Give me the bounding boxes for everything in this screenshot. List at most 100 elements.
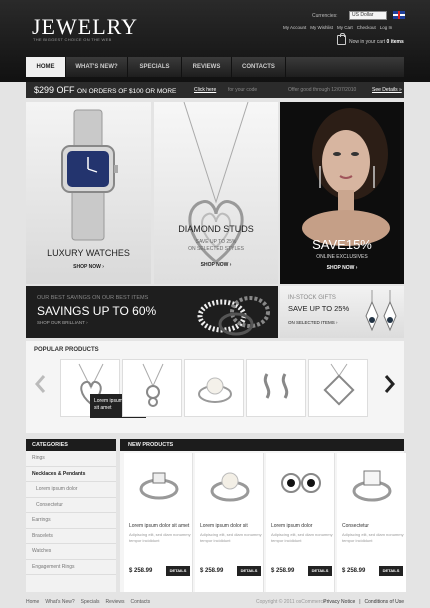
login-link[interactable]: Log In bbox=[380, 25, 393, 30]
banner-diamond-studs[interactable]: DIAMOND STUDS SAVE UP TO 25% ON SELECTED… bbox=[154, 102, 278, 284]
popular-item[interactable] bbox=[246, 359, 306, 417]
studs-shop-now[interactable]: SHOP NOW › bbox=[154, 262, 278, 268]
promo-code-text: for your code bbox=[228, 87, 258, 93]
product-price: $ 258.99 bbox=[271, 568, 295, 574]
savings-top: OUR BEST SAVINGS ON OUR BEST ITEMS bbox=[37, 295, 149, 301]
popular-item[interactable] bbox=[184, 359, 244, 417]
footer-links: Home What's New? Specials Reviews Contac… bbox=[26, 599, 150, 605]
my-cart-link[interactable]: My Cart bbox=[337, 25, 353, 30]
nav-reviews[interactable]: REVIEWS bbox=[182, 57, 232, 77]
my-account-link[interactable]: My Account bbox=[283, 25, 306, 30]
promo-expiry: Offer good through 12/07/2010 bbox=[288, 87, 357, 93]
popular-title: POPULAR PRODUCTS bbox=[34, 347, 99, 353]
knot-earrings-thumb bbox=[263, 373, 289, 399]
category-engagement-rings[interactable]: Engagement Rings bbox=[26, 560, 116, 575]
pearl-ring-thumb bbox=[198, 377, 232, 403]
checkout-link[interactable]: Checkout bbox=[357, 25, 376, 30]
pearl-ring-image bbox=[210, 472, 250, 502]
footer-specials-link[interactable]: Specials bbox=[81, 599, 100, 605]
main-nav: HOME WHAT'S NEW? SPECIALS REVIEWS CONTAC… bbox=[26, 57, 404, 77]
nav-whats-new[interactable]: WHAT'S NEW? bbox=[66, 57, 128, 77]
gifts-top: IN-STOCK GIFTS bbox=[288, 295, 336, 301]
savings-title: SAVINGS UP TO 60% bbox=[37, 304, 157, 318]
category-consectetur[interactable]: Consectetur bbox=[26, 498, 116, 513]
promo-details-link[interactable]: See Details » bbox=[372, 87, 402, 93]
earrings-image bbox=[365, 290, 397, 332]
product-price: $ 258.99 bbox=[129, 568, 153, 574]
privacy-link[interactable]: Privacy Notice bbox=[323, 599, 355, 605]
new-products-title: NEW PRODUCTS bbox=[120, 439, 404, 451]
nav-specials[interactable]: SPECIALS bbox=[128, 57, 182, 77]
footer-home-link[interactable]: Home bbox=[26, 599, 39, 605]
engagement-ring-image bbox=[352, 470, 392, 502]
uk-flag-icon[interactable] bbox=[393, 11, 405, 19]
site-footer: Home What's New? Specials Reviews Contac… bbox=[26, 595, 404, 608]
category-watches[interactable]: Watches bbox=[26, 544, 116, 560]
banner-savings-60[interactable]: OUR BEST SAVINGS ON OUR BEST ITEMS SAVIN… bbox=[26, 286, 278, 338]
footer-whats-new-link[interactable]: What's New? bbox=[45, 599, 74, 605]
product-card[interactable]: Lorem ipsum dolor sit amet Adipiscing el… bbox=[124, 453, 193, 592]
product-price: $ 258.99 bbox=[342, 568, 366, 574]
product-desc: Adipiscing elit, sed diam nonummy tempor… bbox=[129, 532, 191, 543]
product-name[interactable]: Lorem ipsum dolor sit bbox=[200, 523, 248, 529]
savings-cta[interactable]: SHOP OUR BRILLIANT › bbox=[37, 320, 88, 325]
popular-item[interactable] bbox=[122, 359, 182, 417]
category-earrings[interactable]: Earrings bbox=[26, 513, 116, 529]
rings-image bbox=[197, 296, 270, 336]
studs-sub2: ON SELECTED STYLES bbox=[188, 246, 244, 252]
details-button[interactable]: DETAILS bbox=[379, 566, 403, 576]
watches-title: LUXURY WATCHES bbox=[47, 248, 130, 258]
account-links: My Account My Wishlist My Cart Checkout … bbox=[283, 25, 392, 30]
conditions-link[interactable]: Conditions of Use bbox=[365, 599, 404, 605]
save-sub: ONLINE EXCLUSIVES bbox=[316, 254, 368, 260]
carousel-next-icon[interactable] bbox=[384, 375, 396, 393]
diamond-pendant-thumb bbox=[323, 363, 355, 406]
nav-home[interactable]: HOME bbox=[26, 57, 66, 77]
cart-summary[interactable]: Now in your cart 0 items bbox=[349, 39, 404, 45]
category-bracelets[interactable]: Bracelets bbox=[26, 529, 116, 544]
product-name[interactable]: Consectetur bbox=[342, 523, 369, 529]
popular-item[interactable] bbox=[308, 359, 368, 417]
product-desc: Adipiscing elit, sed diam nonummy tempor… bbox=[200, 532, 262, 543]
footer-contacts-link[interactable]: Contacts bbox=[130, 599, 150, 605]
product-card[interactable]: Lorem ipsum dolor Adipiscing elit, sed d… bbox=[266, 453, 335, 592]
footer-reviews-link[interactable]: Reviews bbox=[106, 599, 125, 605]
save-title: SAVE15% bbox=[312, 237, 372, 252]
my-wishlist-link[interactable]: My Wishlist bbox=[310, 25, 333, 30]
banner-luxury-watches[interactable]: LUXURY WATCHES SHOP NOW › bbox=[26, 102, 151, 284]
heart-pendant-image bbox=[183, 102, 249, 264]
save-shop-now[interactable]: SHOP NOW › bbox=[280, 265, 404, 271]
necklace-thumb bbox=[142, 363, 164, 407]
studs-sub1: SAVE UP TO 25% bbox=[195, 239, 237, 245]
product-name[interactable]: Lorem ipsum dolor sit amet bbox=[129, 523, 189, 529]
banner-gifts[interactable]: IN-STOCK GIFTS SAVE UP TO 25% ON SELECTE… bbox=[280, 286, 404, 338]
categories-title: CATEGORIES bbox=[26, 439, 116, 451]
nav-contacts[interactable]: CONTACTS bbox=[232, 57, 286, 77]
details-button[interactable]: DETAILS bbox=[308, 566, 332, 576]
gifts-cta[interactable]: ON SELECTED ITEMS › bbox=[288, 320, 338, 325]
footer-legal-links: Privacy Notice | Conditions of Use bbox=[323, 599, 404, 605]
footer-separator: | bbox=[359, 598, 361, 605]
category-lorem-ipsum[interactable]: Lorem ipsum dolor bbox=[26, 482, 116, 498]
product-card[interactable]: Lorem ipsum dolor sit Adipiscing elit, s… bbox=[195, 453, 264, 592]
details-button[interactable]: DETAILS bbox=[237, 566, 261, 576]
logo-tagline: THE BIGGEST CHOICE ON THE WEB bbox=[33, 37, 112, 42]
cart-prefix: Now in your cart bbox=[349, 39, 386, 45]
category-necklaces-pendants[interactable]: Necklaces & Pendants bbox=[26, 467, 116, 482]
promo-code-link[interactable]: Click here bbox=[194, 87, 216, 93]
product-card[interactable]: Consectetur Adipiscing elit, sed diam no… bbox=[337, 453, 406, 592]
details-button[interactable]: DETAILS bbox=[166, 566, 190, 576]
promo-bar: $299 OFF ON ORDERS OF $100 OR MORE Click… bbox=[26, 82, 404, 98]
currency-label: Currencies: bbox=[312, 13, 338, 19]
currency-select[interactable]: US Dollar bbox=[349, 11, 387, 20]
gifts-title: SAVE UP TO 25% bbox=[288, 304, 350, 313]
shopping-bag-icon[interactable] bbox=[337, 33, 346, 45]
product-desc: Adipiscing elit, sed diam nonummy tempor… bbox=[342, 532, 404, 543]
product-name[interactable]: Lorem ipsum dolor bbox=[271, 523, 312, 529]
category-rings[interactable]: Rings bbox=[26, 451, 116, 467]
banner-save-15[interactable]: SAVE15% ONLINE EXCLUSIVES SHOP NOW › bbox=[280, 102, 404, 284]
carousel-prev-icon[interactable] bbox=[34, 375, 46, 393]
cart-count: 0 items bbox=[386, 39, 404, 45]
promo-text: ON ORDERS OF $100 OR MORE bbox=[77, 88, 177, 95]
watches-shop-now[interactable]: SHOP NOW › bbox=[26, 264, 151, 270]
